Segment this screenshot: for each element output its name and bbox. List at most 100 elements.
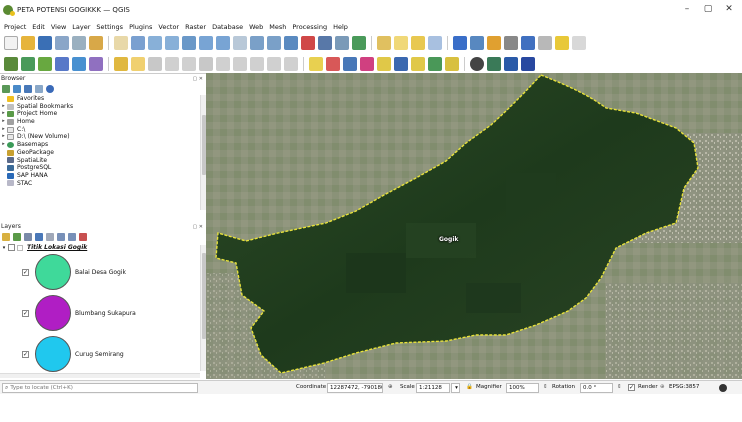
layer-visibility-checkbox[interactable]: ✓ <box>22 350 29 358</box>
menu-plugins[interactable]: Plugins <box>129 23 152 31</box>
pin-labels-icon[interactable] <box>343 56 357 71</box>
add-raster-layer-icon[interactable] <box>38 56 52 71</box>
menu-settings[interactable]: Settings <box>96 23 123 31</box>
expand-all-icon[interactable] <box>57 233 65 241</box>
show-bookmarks-icon[interactable] <box>318 36 332 50</box>
layers-hscrollbar[interactable] <box>0 373 200 378</box>
menu-mesh[interactable]: Mesh <box>269 23 286 31</box>
minimize-button[interactable]: – <box>680 4 694 14</box>
select-by-expression-icon[interactable] <box>411 36 425 50</box>
rotation-field[interactable]: 0.0 ° <box>580 383 613 393</box>
render-checkbox[interactable]: ✓ <box>628 384 635 391</box>
open-project-icon[interactable] <box>21 36 35 50</box>
zoom-last-icon[interactable] <box>250 36 264 50</box>
enable-properties-icon[interactable] <box>46 85 54 93</box>
scale-field[interactable]: 1:21128 <box>416 383 450 393</box>
digitize-icon[interactable] <box>165 56 179 71</box>
new-project-icon[interactable] <box>4 36 18 50</box>
delete-selected-icon[interactable] <box>199 56 213 71</box>
add-postgis-icon[interactable] <box>72 56 86 71</box>
save-as-icon[interactable] <box>55 36 69 50</box>
scale-dropdown-icon[interactable]: ▾ <box>451 383 460 393</box>
pan-hand-icon[interactable] <box>114 36 128 50</box>
add-group-icon[interactable] <box>13 233 21 241</box>
collapse-all-icon[interactable] <box>35 85 43 93</box>
magnifier-field[interactable]: 100% <box>506 383 539 393</box>
style-panel-icon[interactable] <box>2 233 10 241</box>
filter-legend-icon[interactable] <box>35 233 43 241</box>
zoom-layer-icon[interactable] <box>216 36 230 50</box>
layer-group-row[interactable]: ▾ Titik Lokasi Gogik <box>0 243 198 252</box>
refresh-icon[interactable] <box>13 85 21 93</box>
processing-toolbox-icon[interactable] <box>487 36 501 50</box>
decorations-icon[interactable] <box>572 36 586 50</box>
close-button[interactable]: ✕ <box>722 4 736 14</box>
browser-item-sap-hana[interactable]: SAP HANA <box>0 172 206 180</box>
remove-layer-icon[interactable] <box>79 233 87 241</box>
move-label-icon[interactable] <box>394 56 408 71</box>
text-annotation-icon[interactable] <box>538 36 552 50</box>
change-label-icon[interactable] <box>428 56 442 71</box>
layer-visibility-checkbox[interactable]: ✓ <box>22 268 29 276</box>
print-layout-icon[interactable] <box>72 36 86 50</box>
data-source-manager-icon[interactable] <box>4 56 18 71</box>
menu-processing[interactable]: Processing <box>292 23 327 31</box>
new-map-view-icon[interactable] <box>284 36 298 50</box>
menu-raster[interactable]: Raster <box>185 23 206 31</box>
crs-button[interactable]: EPSG:3857 <box>669 384 699 390</box>
browser-item-d-drive[interactable]: ▸ D:\ (New Volume) <box>0 133 206 141</box>
group-visibility-checkbox[interactable] <box>8 244 15 251</box>
redo-icon[interactable] <box>284 56 298 71</box>
layer-row-balai-desa[interactable]: ✓ Balai Desa Gogik <box>0 253 198 291</box>
open-attribute-table-icon[interactable] <box>377 36 391 50</box>
plugin-layer-icon[interactable] <box>487 56 501 71</box>
style-manager-icon[interactable] <box>89 36 103 50</box>
add-delimited-text-icon[interactable] <box>55 56 69 71</box>
menu-project[interactable]: Project <box>4 23 26 31</box>
zoom-in-icon[interactable] <box>148 36 162 50</box>
browser-item-c-drive[interactable]: ▸ C:\ <box>0 126 206 134</box>
collapse-all-icon[interactable] <box>68 233 76 241</box>
paste-features-icon[interactable] <box>250 56 264 71</box>
crs-globe-icon[interactable]: ⊕ <box>660 384 665 390</box>
vertex-tool-icon[interactable] <box>182 56 196 71</box>
menu-view[interactable]: View <box>51 23 66 31</box>
current-edits-icon[interactable] <box>114 56 128 71</box>
map-canvas[interactable]: Gogik <box>206 73 742 379</box>
layer-labeling-icon[interactable] <box>326 56 340 71</box>
label-properties-icon[interactable] <box>445 56 459 71</box>
browser-item-geopackage[interactable]: GeoPackage <box>0 149 206 157</box>
new-bookmark-icon[interactable] <box>301 36 315 50</box>
magnifier-spinner-icon[interactable]: ⇕ <box>543 384 548 390</box>
open-field-calculator-icon[interactable] <box>470 36 484 50</box>
zoom-out-icon[interactable] <box>165 36 179 50</box>
panel-float-close-icon[interactable]: ▢ ✕ <box>192 75 203 83</box>
browser-item-stac[interactable]: STAC <box>0 180 206 188</box>
statistical-summary-icon[interactable] <box>504 36 518 50</box>
panel-float-close-icon[interactable]: ▢ ✕ <box>192 223 203 231</box>
browser-item-basemaps[interactable]: ▸ Basemaps <box>0 141 206 149</box>
browser-item-favorites[interactable]: Favorites <box>0 95 206 103</box>
collapse-arrow-icon[interactable]: ▾ <box>0 245 8 251</box>
add-wms-icon[interactable] <box>89 56 103 71</box>
show-hide-labels-icon[interactable] <box>377 56 391 71</box>
refresh-icon[interactable] <box>352 36 366 50</box>
locator-bar[interactable]: ⌕ <box>2 383 198 393</box>
rotation-spinner-icon[interactable]: ⇕ <box>617 384 622 390</box>
browser-item-postgresql[interactable]: PostgreSQL <box>0 164 206 172</box>
map-tips-icon[interactable] <box>555 36 569 50</box>
layer-visibility-checkbox[interactable]: ✓ <box>22 309 29 317</box>
label-tool-icon[interactable] <box>309 56 323 71</box>
filter-expression-icon[interactable] <box>46 233 54 241</box>
plugin-globe-icon[interactable] <box>470 56 484 71</box>
menu-vector[interactable]: Vector <box>158 23 179 31</box>
locator-input[interactable] <box>10 384 191 392</box>
menu-layer[interactable]: Layer <box>72 23 90 31</box>
extents-toggle-icon[interactable]: ⊕ <box>388 384 393 390</box>
manage-map-themes-icon[interactable] <box>24 233 32 241</box>
maximize-button[interactable]: ▢ <box>701 4 715 14</box>
zoom-full-icon[interactable] <box>182 36 196 50</box>
save-project-icon[interactable] <box>38 36 52 50</box>
menu-edit[interactable]: Edit <box>32 23 45 31</box>
filter-browser-icon[interactable] <box>24 85 32 93</box>
